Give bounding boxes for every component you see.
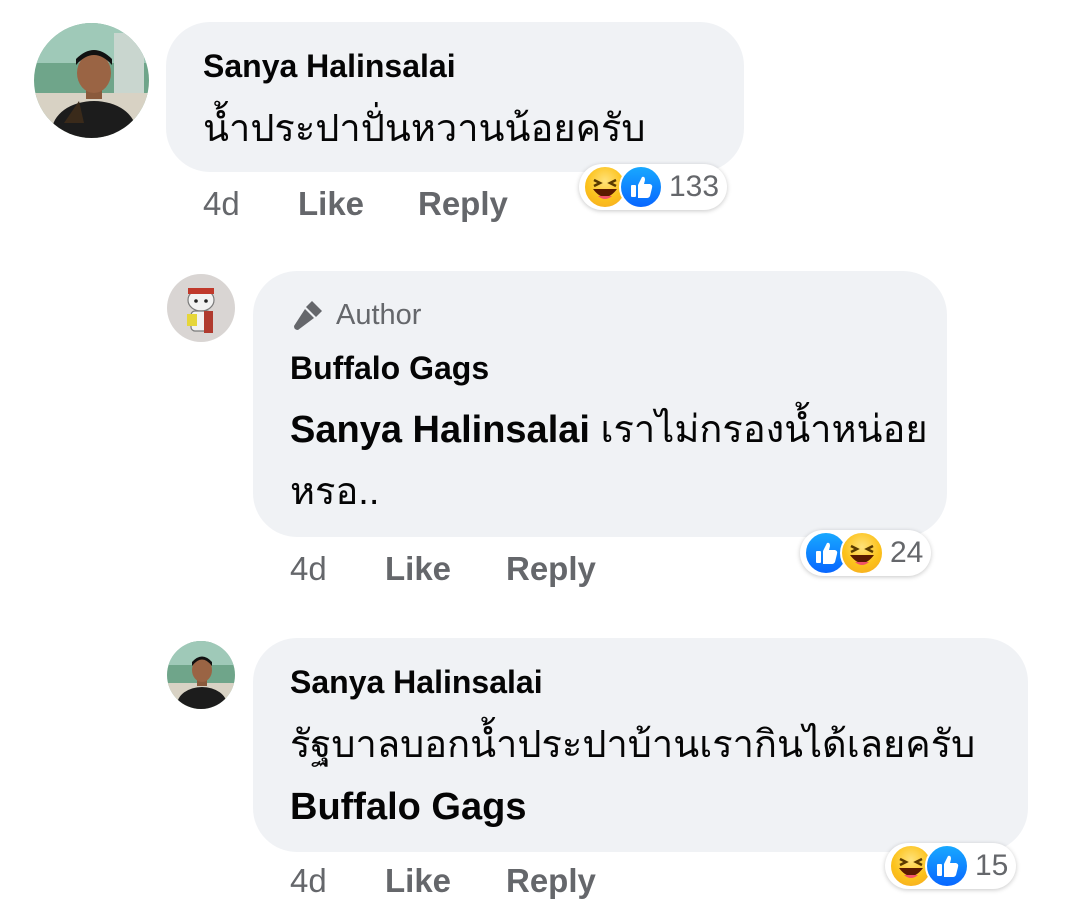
reply-button[interactable]: Reply xyxy=(506,550,596,588)
reaction-summary[interactable]: 15 xyxy=(885,843,1017,889)
reaction-count: 24 xyxy=(890,536,924,569)
like-button[interactable]: Like xyxy=(385,862,451,900)
comment-timestamp[interactable]: 4d xyxy=(290,550,327,588)
comment-text: น้ำประปาปั่นหวานน้อยครับ xyxy=(203,108,646,150)
author-badge-label: Author xyxy=(336,298,422,331)
like-icon xyxy=(619,165,663,209)
like-button[interactable]: Like xyxy=(385,550,451,588)
reaction-count: 15 xyxy=(975,849,1009,882)
comment-timestamp[interactable]: 4d xyxy=(203,185,240,223)
comment-author[interactable]: Buffalo Gags xyxy=(290,350,489,387)
avatar[interactable] xyxy=(34,23,149,138)
haha-icon xyxy=(840,531,884,575)
reply-button[interactable]: Reply xyxy=(418,185,508,223)
avatar[interactable] xyxy=(167,274,235,342)
reply-button[interactable]: Reply xyxy=(506,862,596,900)
like-button[interactable]: Like xyxy=(298,185,364,223)
like-icon xyxy=(925,844,969,888)
comment-body: รัฐบาลบอกน้ำประปาบ้านเรากินได้เลยครับ xyxy=(290,724,976,766)
comment-text: Sanya Halinsalai เราไม่กรองน้ำหน่อยหรอ.. xyxy=(290,399,930,523)
comment-author[interactable]: Sanya Halinsalai xyxy=(290,664,543,701)
avatar[interactable] xyxy=(167,641,235,709)
comment-text: รัฐบาลบอกน้ำประปาบ้านเรากินได้เลยครับ Bu… xyxy=(290,714,1010,838)
mention-link[interactable]: Buffalo Gags xyxy=(290,786,526,828)
reaction-count: 133 xyxy=(669,170,720,203)
author-badge: Author xyxy=(290,297,421,333)
microphone-icon xyxy=(290,297,326,333)
reaction-summary[interactable]: 24 xyxy=(800,530,932,576)
mention-link[interactable]: Sanya Halinsalai xyxy=(290,409,590,451)
reaction-summary[interactable]: 133 xyxy=(579,164,728,210)
comment-author[interactable]: Sanya Halinsalai xyxy=(203,48,456,85)
comment-timestamp[interactable]: 4d xyxy=(290,862,327,900)
